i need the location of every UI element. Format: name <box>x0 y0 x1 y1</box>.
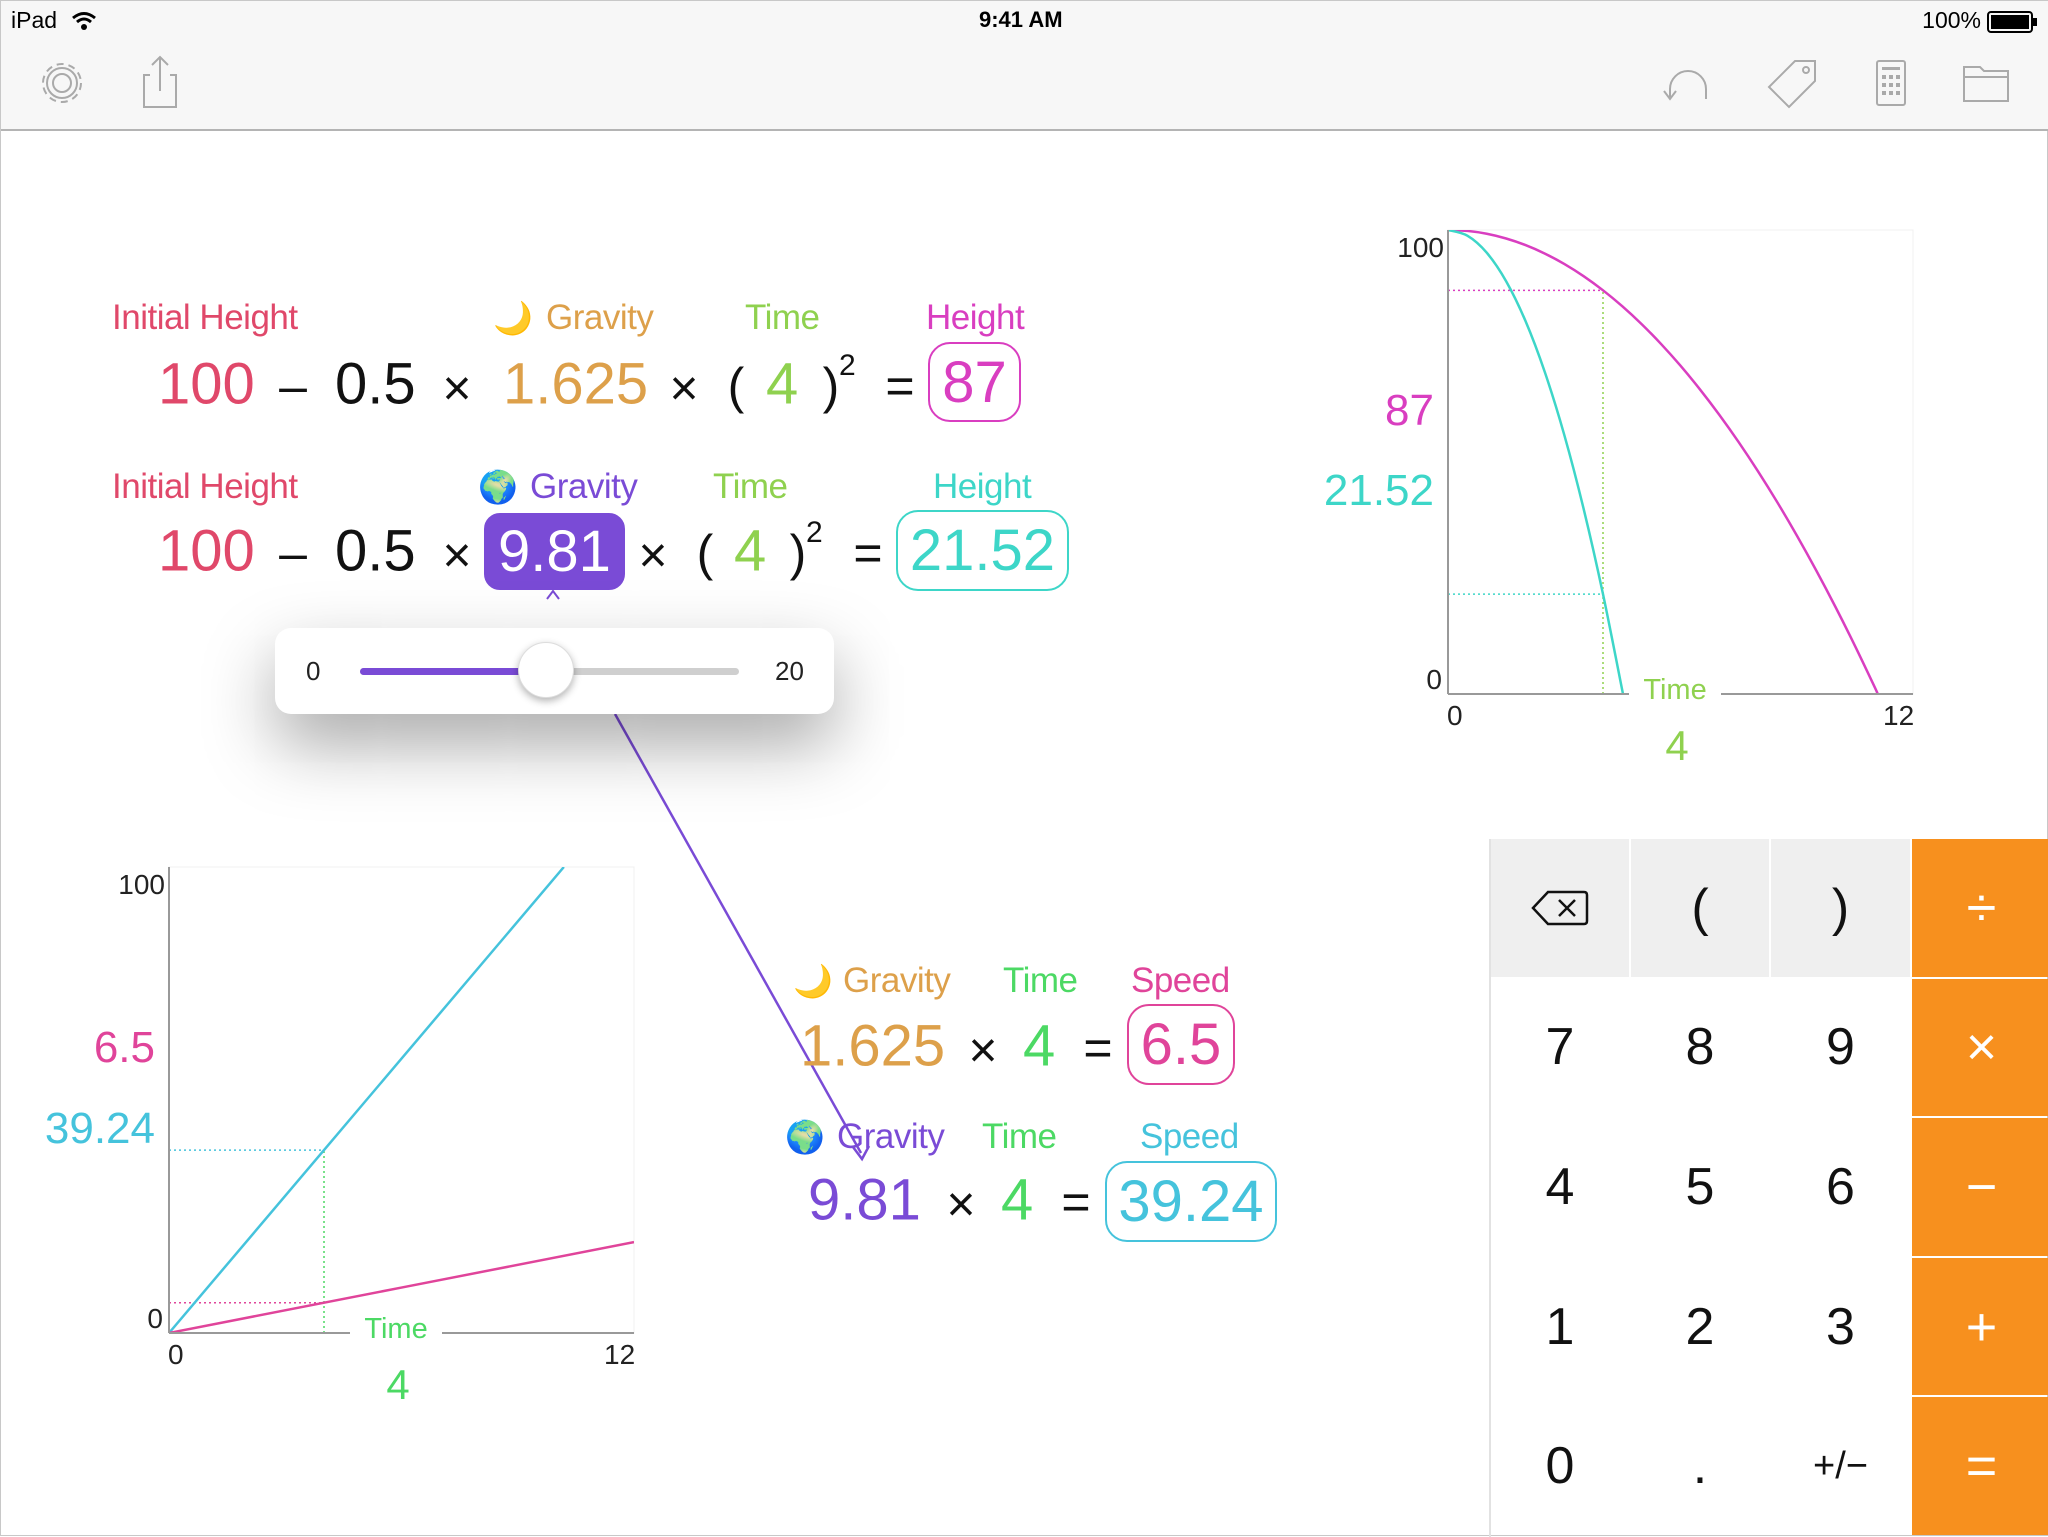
subtract-key[interactable]: − <box>1912 1118 2048 1256</box>
gravity-slider[interactable] <box>360 642 739 698</box>
times-operator: × <box>946 1176 976 1232</box>
key-label: +/− <box>1813 1444 1868 1487</box>
time-value[interactable]: 4 <box>1001 1167 1033 1234</box>
gravity-label: Gravity <box>837 1117 945 1156</box>
divide-key[interactable]: ÷ <box>1912 839 2048 977</box>
negate-key[interactable]: +/− <box>1771 1397 1910 1535</box>
key-label: ( <box>1691 878 1709 937</box>
earth-gravity-value[interactable]: 9.81 <box>808 1167 921 1234</box>
equals-sign: = <box>1061 1174 1091 1230</box>
key-label: 1 <box>1545 1297 1575 1356</box>
time-value[interactable]: 4 <box>1023 1013 1055 1080</box>
key-label: = <box>1965 1436 1998 1497</box>
digit-2-key[interactable]: 2 <box>1631 1258 1769 1396</box>
digit-9-key[interactable]: 9 <box>1771 979 1910 1117</box>
moon-icon: 🌙 <box>793 963 833 999</box>
slider-max-label: 20 <box>775 656 804 686</box>
key-label: 6 <box>1826 1157 1855 1216</box>
speed-label: Speed <box>1131 961 1230 1000</box>
gravity-label: Gravity <box>843 961 951 1000</box>
digit-5-key[interactable]: 5 <box>1631 1118 1769 1256</box>
connector-line <box>613 713 863 1154</box>
key-label: 9 <box>1826 1018 1855 1077</box>
digit-6-key[interactable]: 6 <box>1771 1118 1910 1256</box>
gravity-slider-popup: 0 20 <box>275 628 834 714</box>
key-label: 3 <box>1826 1297 1855 1356</box>
popup-pointer <box>521 589 585 631</box>
key-label: 2 <box>1685 1297 1715 1356</box>
earth-speed-result[interactable]: 39.24 <box>1105 1161 1277 1242</box>
key-label: ÷ <box>1966 877 1997 938</box>
keypad: () ÷ 7 8 9 × 4 5 6 − 1 2 3 +0. +/− = <box>1489 839 2048 1537</box>
open-paren-key[interactable]: ( <box>1631 839 1769 977</box>
equals-sign: = <box>1083 1020 1113 1076</box>
digit-8-key[interactable]: 8 <box>1631 979 1769 1117</box>
time-label: Time <box>1003 961 1078 1000</box>
key-label: 7 <box>1545 1018 1575 1077</box>
moon-gravity-value[interactable]: 1.625 <box>800 1013 945 1080</box>
multiply-key[interactable]: × <box>1912 978 2048 1117</box>
digit-7-key[interactable]: 7 <box>1491 979 1629 1117</box>
time-label: Time <box>982 1117 1057 1156</box>
earth-icon: 🌍 <box>785 1119 825 1155</box>
key-label: . <box>1692 1437 1708 1496</box>
key-label: 8 <box>1685 1018 1715 1077</box>
close-paren-key[interactable]: ) <box>1771 839 1910 977</box>
key-label: × <box>1965 1017 1998 1078</box>
moon-speed-result[interactable]: 6.5 <box>1127 1004 1235 1085</box>
digit-4-key[interactable]: 4 <box>1491 1118 1629 1256</box>
backspace-icon <box>1531 890 1589 926</box>
times-operator: × <box>968 1022 998 1078</box>
digit-1-key[interactable]: 1 <box>1491 1258 1629 1396</box>
backspace-key[interactable] <box>1491 839 1629 977</box>
key-label: − <box>1965 1156 1998 1217</box>
slider-thumb[interactable] <box>517 642 574 698</box>
key-label: 4 <box>1545 1157 1575 1216</box>
digit-0-key[interactable]: 0 <box>1491 1397 1629 1535</box>
key-label: 5 <box>1685 1157 1715 1216</box>
slider-min-label: 0 <box>306 656 321 686</box>
decimal-key[interactable]: . <box>1631 1397 1769 1535</box>
key-label: + <box>1965 1296 1998 1357</box>
key-label: 0 <box>1545 1437 1575 1496</box>
speed-label: Speed <box>1140 1117 1239 1156</box>
add-key[interactable]: + <box>1912 1257 2048 1396</box>
key-label: ) <box>1831 878 1850 937</box>
equals-key[interactable]: = <box>1912 1397 2048 1535</box>
digit-3-key[interactable]: 3 <box>1771 1258 1910 1396</box>
